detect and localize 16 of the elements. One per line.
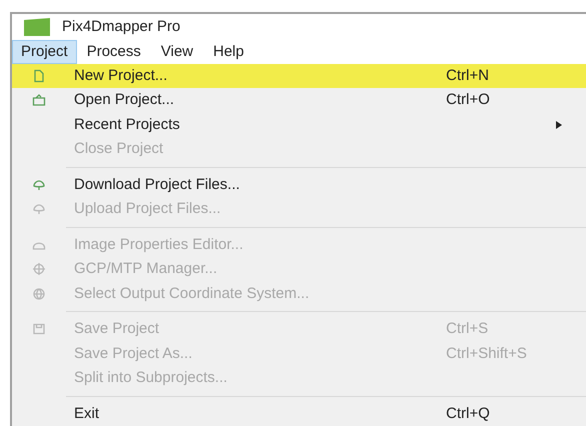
menu-item[interactable]: Recent Projects <box>12 112 586 137</box>
crosshair-icon <box>32 262 46 276</box>
menu-title[interactable]: Project <box>12 40 77 64</box>
menu-item[interactable]: Exit Ctrl+Q <box>12 402 586 426</box>
menu-title[interactable]: Process <box>76 40 151 64</box>
app-logo-icon <box>24 18 50 36</box>
menu-item[interactable]: Download Project Files... <box>12 172 586 197</box>
menu-item[interactable]: New Project... Ctrl+N <box>12 64 586 88</box>
folder-icon <box>32 93 46 108</box>
document-icon <box>32 68 46 83</box>
save-icon <box>32 322 46 336</box>
menu-item[interactable]: Open Project... Ctrl+O <box>12 88 586 112</box>
menu-title[interactable]: Help <box>203 40 254 64</box>
menu-title[interactable]: View <box>150 40 204 64</box>
globe-icon <box>32 286 46 301</box>
window-title: Pix4Dmapper Pro <box>62 16 180 36</box>
